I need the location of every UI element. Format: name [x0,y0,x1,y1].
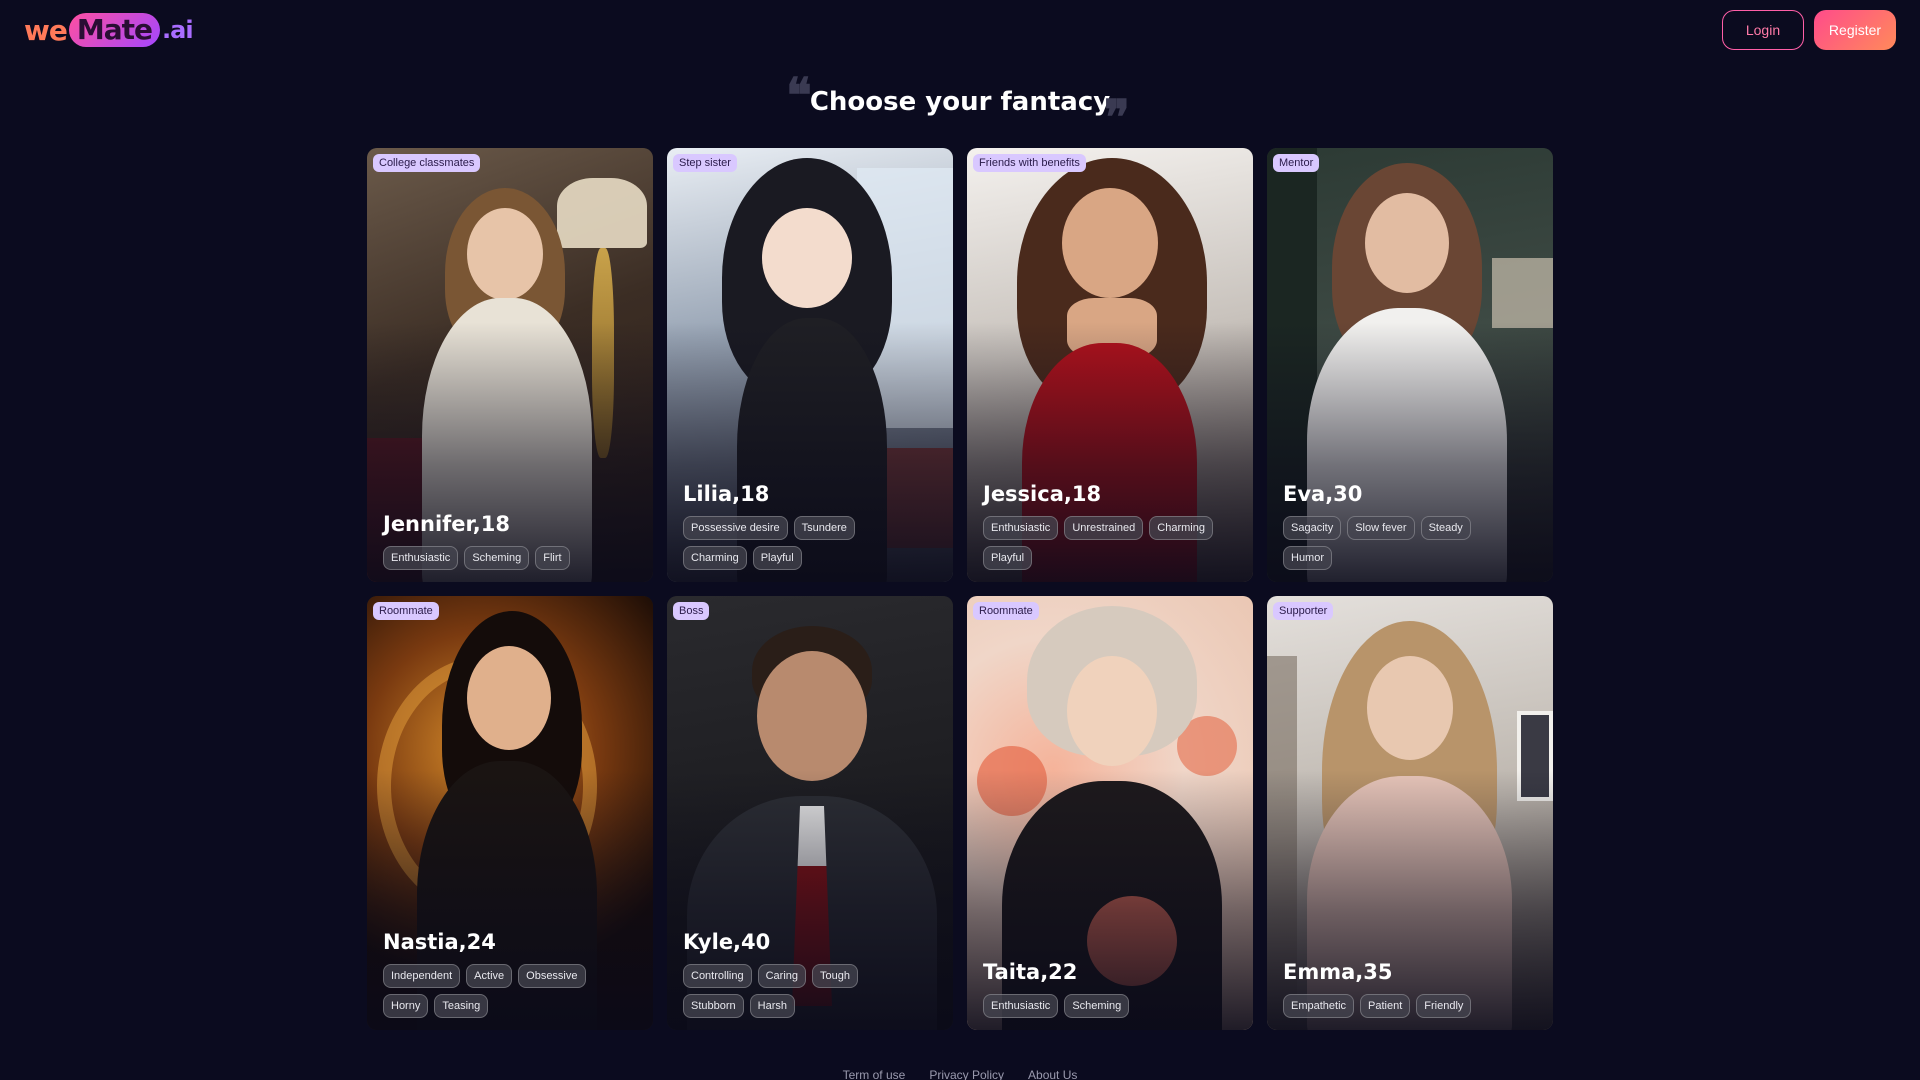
quote-close-icon: ❞ [1104,90,1130,146]
character-name: Eva,30 [1283,482,1363,506]
trait-tag: Steady [1420,516,1471,540]
top-bar: we Mate .ai Login Register [0,0,1920,60]
trait-tag: Patient [1360,994,1411,1018]
relation-badge: Friends with benefits [973,154,1086,172]
trait-tag: Teasing [434,994,489,1018]
relation-badge: College classmates [373,154,481,172]
trait-tag: Harsh [749,994,795,1018]
character-card-nastia[interactable]: Roommate Nastia,24 Independent Active Ob… [367,596,653,1030]
privacy-link[interactable]: Privacy Policy [929,1068,1004,1080]
trait-tag: Unrestrained [1064,516,1144,540]
trait-tag: Independent [383,964,461,988]
card-info: Nastia,24 Independent Active Obsessive H… [383,930,641,1018]
trait-tags: Enthusiastic Scheming Flirt [383,546,623,570]
trait-tag: Active [466,964,513,988]
trait-tags: Controlling Caring Tough Stubborn Harsh [683,964,923,1018]
character-card-kyle[interactable]: Boss Kyle,40 Controlling Caring Tough St… [667,596,953,1030]
logo-we: we [24,13,68,47]
trait-tag: Horny [383,994,429,1018]
character-card-eva[interactable]: Mentor Eva,30 Sagacity Slow fever Steady… [1267,148,1553,582]
trait-tags: Sagacity Slow fever Steady Humor [1283,516,1523,570]
auth-buttons: Login Register [1722,10,1896,50]
register-button[interactable]: Register [1814,10,1896,50]
login-button[interactable]: Login [1722,10,1804,50]
page-title: Choose your fantacy [809,87,1111,117]
trait-tag: Humor [1283,546,1333,570]
title-section: ❝ Choose your fantacy ❞ [0,68,1920,146]
relation-badge: Roommate [973,602,1039,620]
trait-tag: Tsundere [793,516,855,540]
trait-tag: Enthusiastic [383,546,459,570]
trait-tag: Flirt [535,546,570,570]
terms-link[interactable]: Term of use [843,1068,906,1080]
character-card-jennifer[interactable]: College classmates Jennifer,18 Enthusias… [367,148,653,582]
trait-tags: Possessive desire Tsundere Charming Play… [683,516,923,570]
trait-tag: Enthusiastic [983,994,1059,1018]
card-info: Taita,22 Enthusiastic Scheming [983,960,1241,1018]
trait-tag: Sagacity [1283,516,1342,540]
card-info: Kyle,40 Controlling Caring Tough Stubbor… [683,930,941,1018]
trait-tag: Charming [683,546,747,570]
character-name: Lilia,18 [683,482,770,506]
character-name: Nastia,24 [383,930,496,954]
trait-tag: Controlling [683,964,752,988]
footer-links: Term of use Privacy Policy About Us [0,1068,1920,1080]
trait-tags: Enthusiastic Unrestrained Charming Playf… [983,516,1223,570]
trait-tag: Enthusiastic [983,516,1059,540]
character-card-emma[interactable]: Supporter Emma,35 Empathetic Patient Fri… [1267,596,1553,1030]
trait-tags: Empathetic Patient Friendly [1283,994,1523,1018]
card-info: Lilia,18 Possessive desire Tsundere Char… [683,482,941,570]
card-info: Emma,35 Empathetic Patient Friendly [1283,960,1541,1018]
wemate-logo[interactable]: we Mate .ai [24,10,194,50]
logo-mate: Mate [68,13,160,47]
character-card-taita[interactable]: Roommate Taita,22 Enthusiastic Scheming [967,596,1253,1030]
character-name: Taita,22 [983,960,1078,984]
trait-tags: Enthusiastic Scheming [983,994,1223,1018]
trait-tag: Stubborn [683,994,744,1018]
character-name: Jessica,18 [983,482,1102,506]
character-name: Jennifer,18 [383,512,511,536]
trait-tag: Scheming [464,546,530,570]
quote-open-icon: ❝ [786,68,812,124]
trait-tag: Obsessive [518,964,586,988]
character-card-jessica[interactable]: Friends with benefits Jessica,18 Enthusi… [967,148,1253,582]
card-info: Jennifer,18 Enthusiastic Scheming Flirt [383,512,641,570]
relation-badge: Boss [673,602,710,620]
card-info: Jessica,18 Enthusiastic Unrestrained Cha… [983,482,1241,570]
trait-tags: Independent Active Obsessive Horny Teasi… [383,964,623,1018]
character-grid: College classmates Jennifer,18 Enthusias… [367,148,1553,1030]
trait-tag: Scheming [1064,994,1130,1018]
card-info: Eva,30 Sagacity Slow fever Steady Humor [1283,482,1541,570]
trait-tag: Charming [1149,516,1213,540]
trait-tag: Empathetic [1283,994,1355,1018]
trait-tag: Friendly [1416,994,1472,1018]
trait-tag: Slow fever [1347,516,1415,540]
character-name: Emma,35 [1283,960,1393,984]
relation-badge: Step sister [673,154,737,172]
trait-tag: Possessive desire [683,516,788,540]
character-name: Kyle,40 [683,930,771,954]
about-link[interactable]: About Us [1028,1068,1077,1080]
relation-badge: Roommate [373,602,439,620]
relation-badge: Mentor [1273,154,1320,172]
trait-tag: Caring [757,964,806,988]
trait-tag: Playful [983,546,1033,570]
relation-badge: Supporter [1273,602,1334,620]
trait-tag: Playful [752,546,802,570]
logo-ai: .ai [162,16,194,44]
trait-tag: Tough [812,964,858,988]
character-card-lilia[interactable]: Step sister Lilia,18 Possessive desire T… [667,148,953,582]
